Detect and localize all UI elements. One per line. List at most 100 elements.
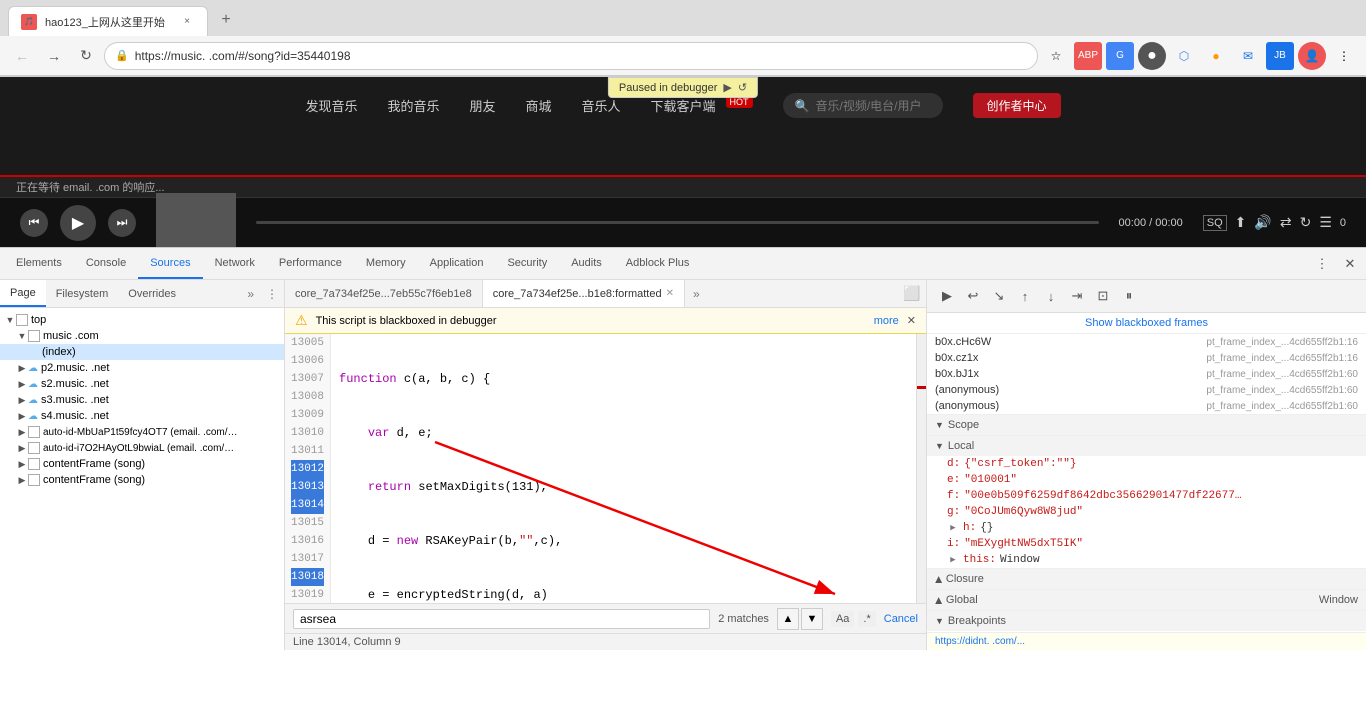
callstack-anon-2[interactable]: (anonymous) pt_frame_index_...4cd655ff2b… bbox=[927, 398, 1366, 414]
tree-checkbox-cf1[interactable] bbox=[28, 458, 40, 470]
code-body[interactable]: 13005 13006 13007 13008 13009 13010 1301… bbox=[285, 334, 926, 603]
search-next-button[interactable]: ▼ bbox=[801, 608, 823, 630]
file-panel-more[interactable]: » bbox=[241, 280, 260, 307]
tree-index[interactable]: (index) bbox=[0, 344, 284, 360]
blackbox-more-link[interactable]: more bbox=[874, 315, 899, 327]
tab-close-button[interactable]: × bbox=[179, 14, 195, 30]
resume-icon[interactable]: ▶ bbox=[723, 81, 731, 94]
tab-performance[interactable]: Performance bbox=[267, 248, 354, 279]
prev-button[interactable]: ⏮ bbox=[20, 209, 48, 237]
file-panel-tab-overrides[interactable]: Overrides bbox=[118, 280, 186, 307]
ext-button-1[interactable]: ● bbox=[1138, 42, 1166, 70]
volume-icon[interactable]: 🔊 bbox=[1254, 214, 1271, 231]
nav-shop[interactable]: 商城 bbox=[525, 96, 551, 115]
tree-s2[interactable]: ▶ ☁ s2.music. .net bbox=[0, 376, 284, 392]
music-search[interactable]: 🔍 音乐/视频/电台/用户 bbox=[783, 93, 943, 118]
tree-top[interactable]: ▼ top bbox=[0, 312, 284, 328]
bookmark-button[interactable]: ☆ bbox=[1042, 42, 1070, 70]
callstack-b0x-cz1x[interactable]: b0x.cz1x pt_frame_index_...4cd655ff2b1:1… bbox=[927, 350, 1366, 366]
callstack-b0x-cHc6W[interactable]: b0x.cHc6W pt_frame_index_...4cd655ff2b1:… bbox=[927, 334, 1366, 350]
search-input[interactable] bbox=[293, 609, 710, 629]
reload-button[interactable]: ↻ bbox=[72, 42, 100, 70]
debug-deactivate-button[interactable]: ⇥ bbox=[1065, 284, 1089, 308]
local-f[interactable]: f: "00e0b509f6259df8642dbc35662901477df2… bbox=[927, 488, 1366, 504]
back-button[interactable]: ← bbox=[8, 42, 36, 70]
tab-network[interactable]: Network bbox=[203, 248, 267, 279]
step-over-icon[interactable]: ↺ bbox=[738, 81, 747, 94]
tree-autoid-i7[interactable]: ▶ auto-id-i7O2HAyOtL9bwiaL (email. .com/… bbox=[0, 440, 284, 456]
file-panel-action[interactable]: ⋮ bbox=[260, 280, 284, 307]
ext-button-3[interactable]: ● bbox=[1202, 42, 1230, 70]
ext-button-4[interactable]: ✉ bbox=[1234, 42, 1262, 70]
tab-sources[interactable]: Sources bbox=[138, 248, 202, 279]
local-e[interactable]: e: "010001" bbox=[927, 472, 1366, 488]
debug-stepinto-button[interactable]: ↘ bbox=[987, 284, 1011, 308]
local-h[interactable]: ▶ h: {} bbox=[927, 520, 1366, 536]
account-button[interactable]: 👤 bbox=[1298, 42, 1326, 70]
creator-btn[interactable]: 创作者中心 bbox=[973, 93, 1061, 118]
active-tab[interactable]: 🎵 hao123_上网从这里开始 × bbox=[8, 6, 208, 36]
share-icon[interactable]: ⬆ bbox=[1235, 214, 1247, 231]
nav-discover[interactable]: 发现音乐 bbox=[305, 96, 357, 115]
debug-resume-button[interactable]: ▶ bbox=[935, 284, 959, 308]
local-this-expand[interactable]: ▶ bbox=[947, 555, 959, 565]
devtools-close-button[interactable]: ✕ bbox=[1338, 252, 1362, 276]
code-tab-1[interactable]: core_7a734ef25e...7eb55c7f6eb1e8 bbox=[285, 280, 483, 307]
tree-checkbox-music[interactable] bbox=[28, 330, 40, 342]
callstack-anon-1[interactable]: (anonymous) pt_frame_index_...4cd655ff2b… bbox=[927, 382, 1366, 398]
local-i[interactable]: i: "mEXygHtNW5dxT5IK" bbox=[927, 536, 1366, 552]
ext-button-2[interactable]: ⬡ bbox=[1170, 42, 1198, 70]
new-tab-button[interactable]: + bbox=[212, 6, 240, 34]
next-button[interactable]: ⏭ bbox=[108, 209, 136, 237]
progress-bar[interactable] bbox=[256, 221, 1099, 224]
nav-friends[interactable]: 朋友 bbox=[469, 96, 495, 115]
repeat-icon[interactable]: ↻ bbox=[1300, 214, 1312, 231]
tree-checkbox-i7[interactable] bbox=[28, 442, 40, 454]
debug-blackbox-button[interactable]: ⊡ bbox=[1091, 284, 1115, 308]
tree-contentframe-1[interactable]: ▶ contentFrame (song) bbox=[0, 456, 284, 472]
shuffle-icon[interactable]: ⇄ bbox=[1280, 214, 1292, 231]
address-bar[interactable]: 🔒 https://music. .com/#/song?id=35440198 bbox=[104, 42, 1038, 70]
local-h-expand[interactable]: ▶ bbox=[947, 523, 959, 533]
tree-s3[interactable]: ▶ ☁ s3.music. .net bbox=[0, 392, 284, 408]
list-icon[interactable]: ☰ bbox=[1319, 214, 1332, 231]
local-this[interactable]: ▶ this: Window bbox=[927, 552, 1366, 568]
blackbox-close-button[interactable]: ✕ bbox=[907, 314, 916, 327]
nav-musician[interactable]: 音乐人 bbox=[582, 96, 621, 115]
local-g[interactable]: g: "0CoJUm6Qyw8W8jud" bbox=[927, 504, 1366, 520]
tab-console[interactable]: Console bbox=[74, 248, 138, 279]
nav-download[interactable]: 下载客户端 bbox=[651, 96, 716, 115]
callstack-b0x-bJ1x[interactable]: b0x.bJ1x pt_frame_index_...4cd655ff2b1:6… bbox=[927, 366, 1366, 382]
tab-elements[interactable]: Elements bbox=[4, 248, 74, 279]
search-case-button[interactable]: Aa bbox=[831, 611, 854, 627]
tab-memory[interactable]: Memory bbox=[354, 248, 418, 279]
forward-button[interactable]: → bbox=[40, 42, 68, 70]
closure-header[interactable]: ▶ Closure bbox=[927, 569, 1366, 589]
search-regex-button[interactable]: .* bbox=[858, 611, 875, 627]
file-panel-tab-filesystem[interactable]: Filesystem bbox=[46, 280, 119, 307]
tree-p2[interactable]: ▶ ☁ p2.music. .net bbox=[0, 360, 284, 376]
tree-music-com[interactable]: ▼ music .com bbox=[0, 328, 284, 344]
scope-header[interactable]: ▼ Scope bbox=[927, 415, 1366, 435]
search-prev-button[interactable]: ▲ bbox=[777, 608, 799, 630]
tree-checkbox-top[interactable] bbox=[16, 314, 28, 326]
code-tab-2-close[interactable]: ✕ bbox=[666, 288, 674, 299]
tab-security[interactable]: Security bbox=[495, 248, 559, 279]
quality-icon[interactable]: SQ bbox=[1203, 215, 1227, 231]
file-panel-tab-page[interactable]: Page bbox=[0, 280, 46, 307]
local-header[interactable]: ▼ Local bbox=[927, 436, 1366, 456]
tab-application[interactable]: Application bbox=[418, 248, 496, 279]
tab-audits[interactable]: Audits bbox=[559, 248, 614, 279]
tree-autoid-mb[interactable]: ▶ auto-id-MbUaP1t59fcy4OT7 (email. .com/… bbox=[0, 424, 284, 440]
tab-adblock[interactable]: Adblock Plus bbox=[614, 248, 702, 279]
code-tab-2[interactable]: core_7a734ef25e...b1e8:formatted ✕ bbox=[483, 280, 685, 307]
debug-async-button[interactable]: ⏸ bbox=[1117, 284, 1141, 308]
debug-step-button[interactable]: ↓ bbox=[1039, 284, 1063, 308]
tree-checkbox-cf2[interactable] bbox=[28, 474, 40, 486]
menu-button[interactable]: ⋮ bbox=[1330, 42, 1358, 70]
code-maximize-button[interactable]: ⬜ bbox=[898, 280, 926, 308]
search-cancel-button[interactable]: Cancel bbox=[884, 613, 918, 625]
blackbox-frames-link[interactable]: Show blackboxed frames bbox=[927, 313, 1366, 334]
local-d[interactable]: d: {"csrf_token":""} bbox=[927, 456, 1366, 472]
devtools-settings-button[interactable]: ⋮ bbox=[1310, 252, 1334, 276]
